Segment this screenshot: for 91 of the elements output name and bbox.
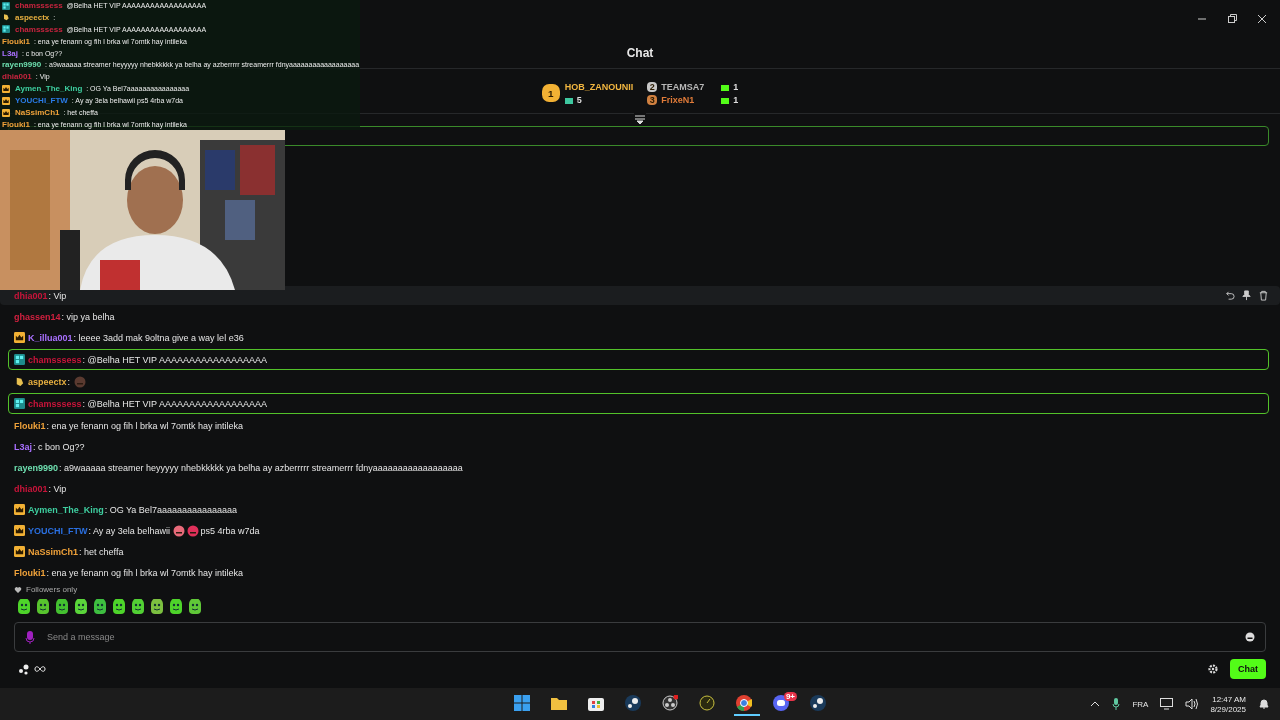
emote-icon[interactable] (35, 599, 51, 615)
overlay-username: aspeectx (15, 12, 50, 22)
message-text: : het cheffa (79, 546, 125, 557)
clock-date[interactable]: 8/29/2025 (1210, 704, 1246, 714)
message-text: : (67, 376, 72, 387)
emote-icon[interactable] (73, 599, 89, 615)
emote-icon[interactable] (54, 599, 70, 615)
message-text: : @Belha HET VIP AAAAAAAAAAAAAAAAAA (82, 398, 268, 409)
emote-icon[interactable] (16, 599, 32, 615)
emote-icon[interactable] (168, 599, 184, 615)
gifter-name: HOB_ZANOUNII (564, 81, 634, 92)
clock-time[interactable]: 12:47 AM (1212, 694, 1246, 704)
trash-icon[interactable] (1258, 290, 1269, 301)
message-text: : vip ya belha (61, 311, 116, 322)
rank-badge: 2 (647, 81, 658, 92)
rank-badge: 1 (541, 84, 560, 102)
message-text: : Vip (48, 483, 68, 494)
crown-badge-icon (14, 546, 25, 557)
message-text: : @Belha HET VIP AAAAAAAAAAAAAAAAAA (82, 354, 268, 365)
crown-badge-icon (14, 525, 25, 536)
rank-badge: 3 (647, 94, 658, 105)
settings-icon[interactable] (1208, 664, 1218, 674)
gift-icon (564, 95, 573, 104)
username[interactable]: Flouki1 (14, 420, 46, 431)
bell-icon[interactable] (1258, 698, 1270, 710)
message-text: : ena ye fenann og fih l brka wl 7omtk hay intileka (46, 420, 245, 431)
og-badge-icon (2, 1, 10, 10)
emoji-icon[interactable] (1245, 632, 1255, 642)
overlay-username: YOUCHI_FTW (15, 96, 68, 106)
username[interactable]: L3aj (14, 441, 32, 452)
message-field[interactable]: Send a message (14, 622, 1266, 652)
username[interactable]: rayen9990 (14, 462, 59, 473)
emote-icon[interactable] (149, 599, 165, 615)
pin-icon[interactable] (1241, 290, 1252, 301)
crown-badge-icon (2, 96, 10, 105)
infinity-icon (34, 665, 46, 673)
crown-badge-icon (14, 504, 25, 515)
message-text: : Vip (48, 290, 68, 301)
username[interactable]: NaSsimCh1 (28, 546, 79, 557)
message-text: : ena ye fenann og fih l brka wl 7omtk hay intileka (46, 567, 245, 578)
username[interactable]: YOUCHI_FTW (28, 525, 88, 536)
gift-count: 1 (733, 81, 739, 92)
microphone-icon[interactable] (1112, 698, 1121, 710)
message-text: : leeee 3add mak 9oltna give a way lel e36 (73, 332, 245, 343)
username[interactable]: ghassen14 (14, 311, 61, 322)
browser-icon[interactable] (734, 692, 760, 716)
speaker-icon[interactable] (1185, 698, 1199, 710)
username[interactable]: K_illua001 (28, 332, 73, 343)
overlay-username: dhia001 (2, 72, 32, 82)
username[interactable]: Flouki1 (14, 567, 46, 578)
overlay-username: Aymen_The_King (15, 84, 83, 94)
message-text: : Ay ay 3ela belhawii (88, 525, 171, 536)
crown-badge-icon (14, 332, 25, 343)
og-badge-icon (2, 25, 10, 34)
heart-icon (14, 585, 22, 594)
monitor-icon[interactable] (1160, 698, 1174, 710)
chat-mode-label: Followers only (26, 585, 78, 594)
gifter-name: TEAMSA7 (661, 81, 706, 92)
overlay-username: Flouki1 (2, 119, 30, 129)
overlay-username: Flouki1 (2, 36, 30, 46)
emote-icon[interactable] (111, 599, 127, 615)
emote-icon[interactable] (92, 599, 108, 615)
overlay-username: chamsssess (15, 1, 63, 10)
og-badge-icon (14, 398, 25, 409)
username[interactable]: aspeectx (28, 376, 67, 387)
crown-badge-icon (2, 84, 10, 93)
message-text: : a9waaaaa streamer heyyyyy nhebkkkkk ya belha ay azberrrrr streamerrr fdnyaaaaaaaaaaaaaaaaaa (59, 462, 464, 473)
overlay-username: chamsssess (15, 24, 63, 34)
crown-badge-icon (2, 108, 10, 117)
og-badge-icon (14, 354, 25, 365)
reply-icon[interactable] (1224, 290, 1235, 301)
overlay-username: rayen9990 (2, 60, 42, 70)
gift-count: 1 (733, 94, 739, 105)
gift-count: 5 (576, 94, 582, 105)
overlay-username: NaSsimCh1 (15, 108, 60, 117)
message-text: ps5 4rba w7da (200, 525, 261, 536)
collapse-icon[interactable] (634, 113, 646, 125)
username[interactable]: Aymen_The_King (28, 504, 104, 515)
message-input[interactable]: Send a message (45, 631, 1235, 643)
overlay-username: L3aj (2, 48, 18, 58)
gifter-name: FrixeN1 (661, 94, 696, 105)
emote-icon[interactable] (130, 599, 146, 615)
message-text: : c bon Og?? (33, 441, 86, 452)
chevron-up-icon[interactable] (1090, 700, 1101, 708)
chat-title: Chat (626, 46, 654, 60)
notification-badge: 9+ (783, 692, 797, 701)
language-indicator[interactable]: FRA (1132, 699, 1149, 709)
emote-icon[interactable] (187, 599, 203, 615)
chat-button[interactable]: Chat (1230, 659, 1266, 679)
dots-icon[interactable] (18, 663, 30, 675)
message-text: : OG Ya Bel7aaaaaaaaaaaaaaaa (104, 504, 238, 515)
